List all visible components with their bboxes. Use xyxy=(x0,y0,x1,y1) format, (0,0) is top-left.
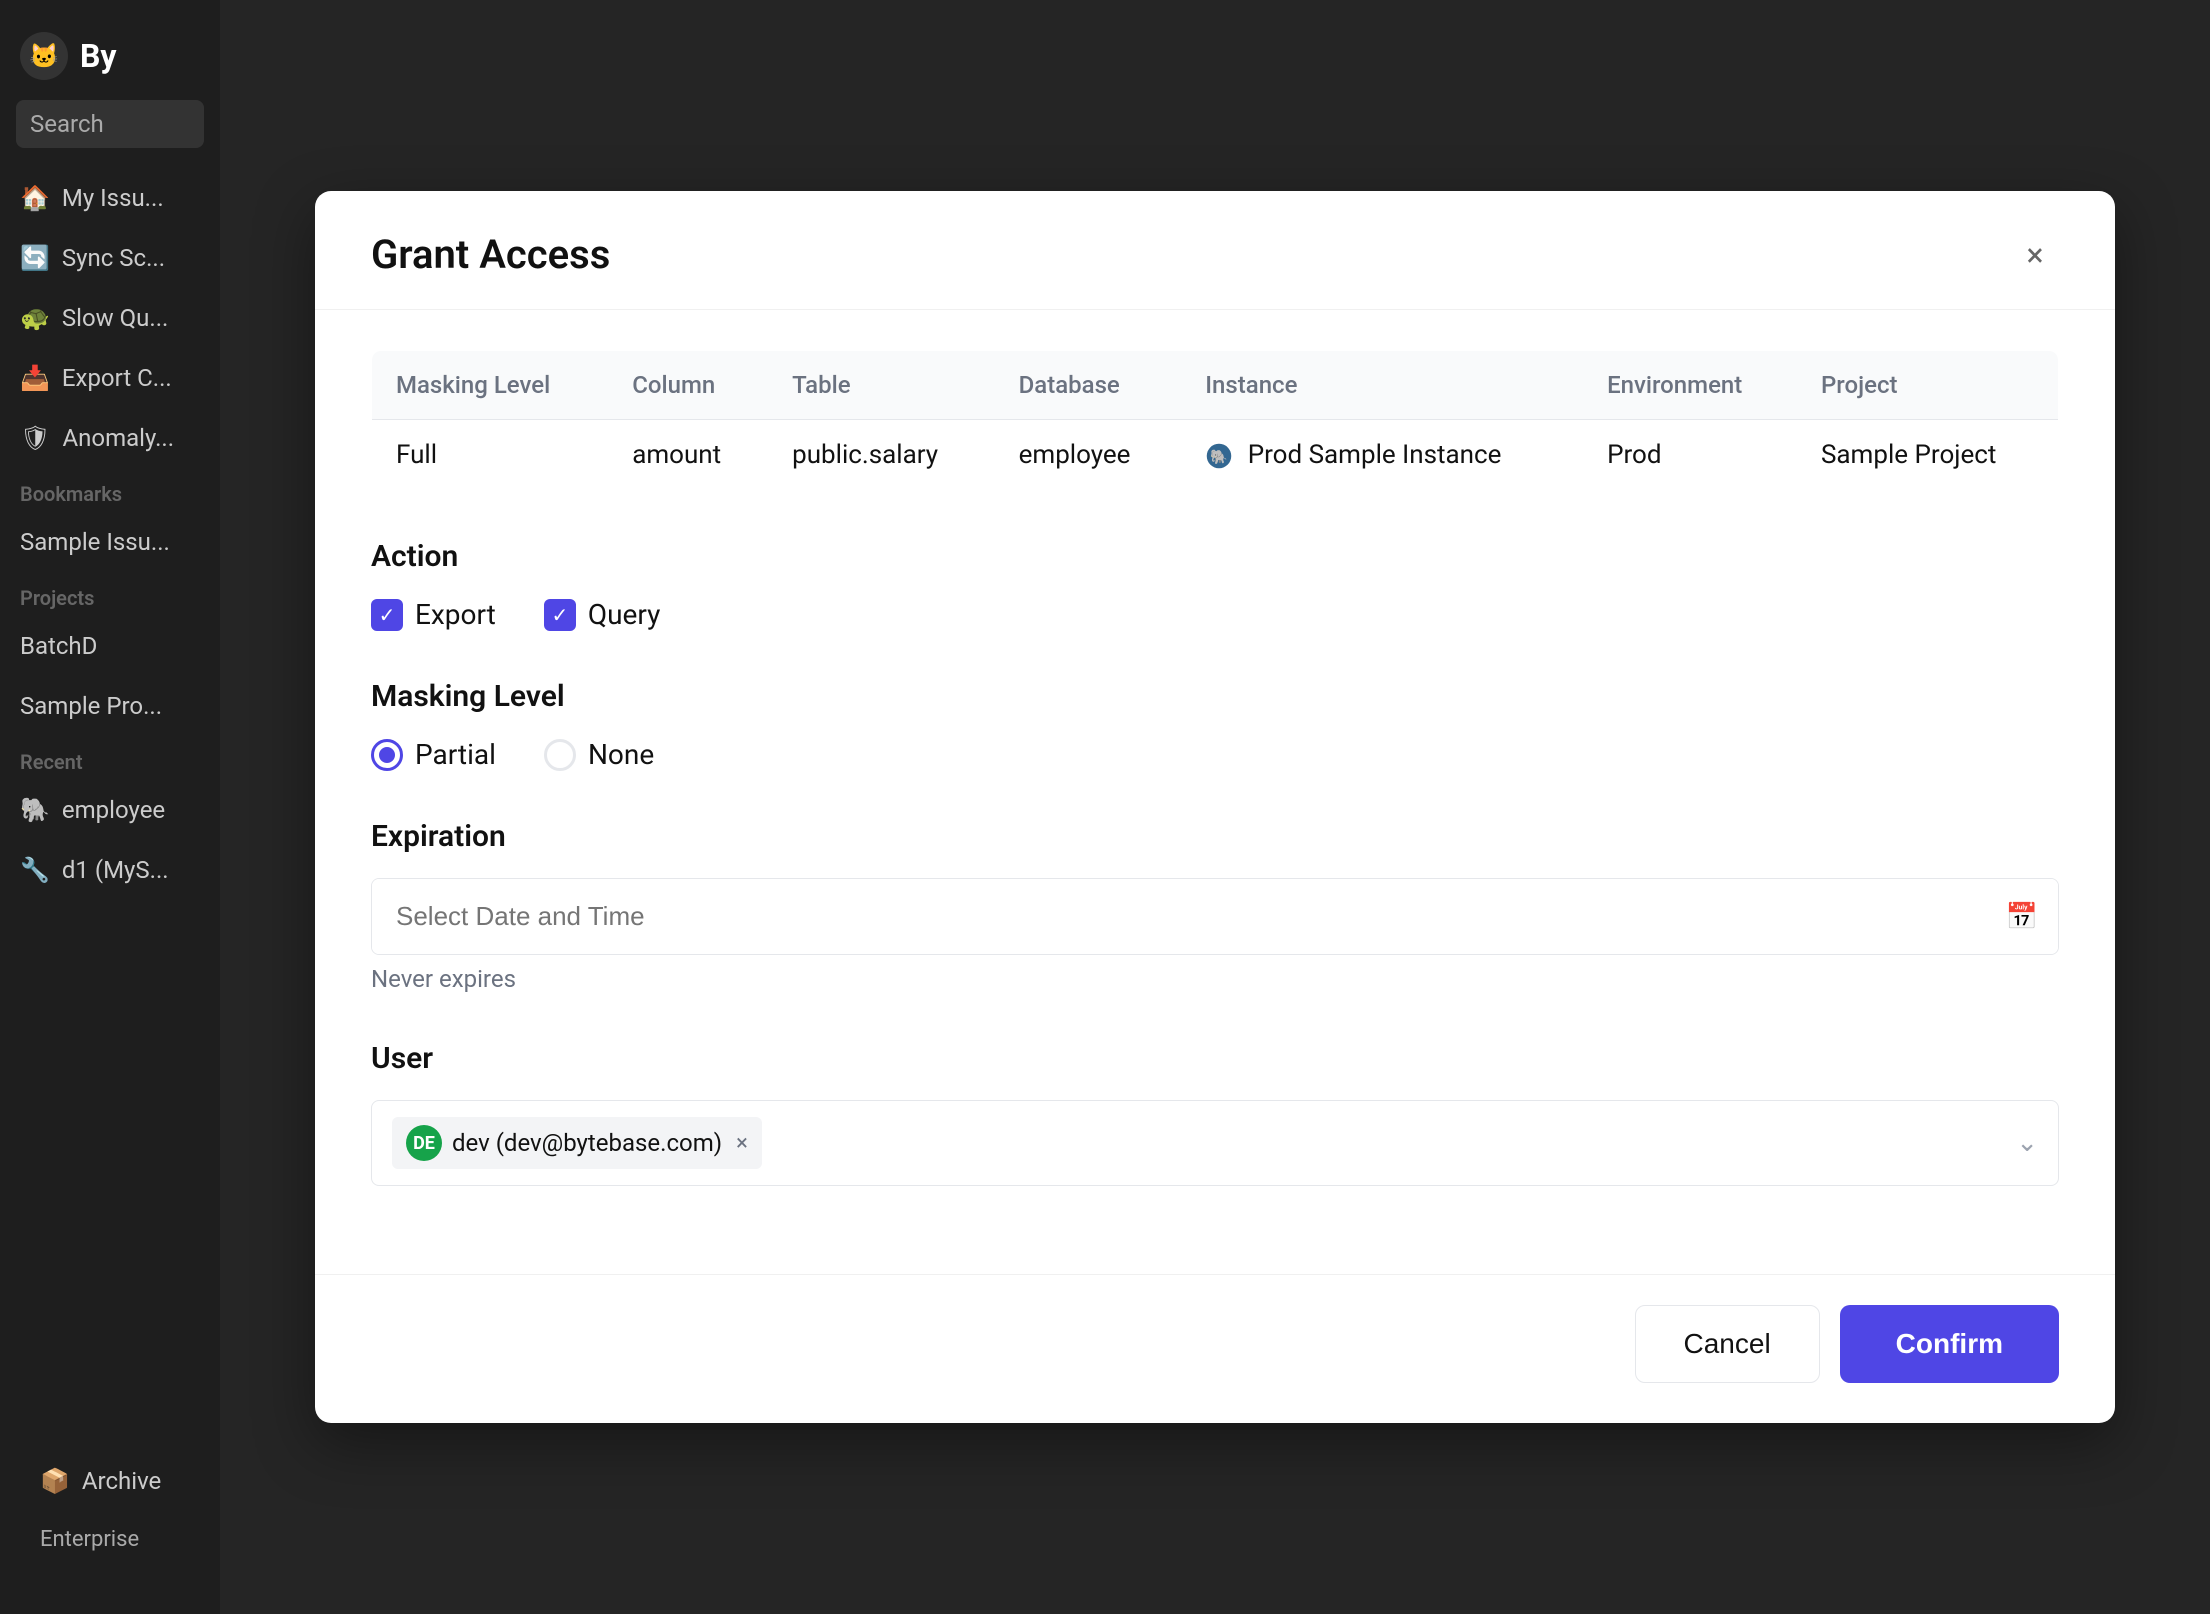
grant-access-table: Masking Level Column Table Database Inst… xyxy=(371,350,2059,491)
search-input[interactable]: Search xyxy=(16,100,204,148)
section-recent: Recent xyxy=(0,736,220,780)
cell-masking-level: Full xyxy=(372,419,609,490)
export-checkbox[interactable]: ✓ Export xyxy=(371,598,496,631)
sidebar-footer: 📦 Archive Enterprise xyxy=(0,1435,220,1584)
expiration-section: Expiration 📅 Never expires xyxy=(371,819,2059,993)
postgres-icon: 🐘 xyxy=(1205,442,1233,470)
cell-instance: 🐘 Prod Sample Instance xyxy=(1181,419,1583,490)
user-remove-button[interactable]: × xyxy=(736,1131,748,1156)
dropdown-arrow-icon: ⌄ xyxy=(2016,1128,2038,1158)
sidebar-item-my-issues[interactable]: 🏠 My Issu... xyxy=(0,168,220,228)
sidebar: 🐱 By Search 🏠 My Issu... 🔄 Sync Sc... 🐢 … xyxy=(0,0,220,1614)
user-label: User xyxy=(371,1041,2059,1076)
user-name: dev (dev@bytebase.com) xyxy=(452,1129,722,1157)
sidebar-item-enterprise[interactable]: Enterprise xyxy=(20,1511,200,1568)
cell-environment: Prod xyxy=(1583,419,1797,490)
col-header-database: Database xyxy=(995,350,1182,419)
radio-none-circle xyxy=(544,739,576,771)
cell-project: Sample Project xyxy=(1797,419,2059,490)
issues-icon: 🏠 xyxy=(20,184,50,212)
query-checkbox-box: ✓ xyxy=(544,599,576,631)
confirm-button[interactable]: Confirm xyxy=(1840,1305,2059,1383)
sidebar-item-sample-issue[interactable]: Sample Issu... xyxy=(0,512,220,572)
modal-title: Grant Access xyxy=(371,231,610,278)
sidebar-item-batchd[interactable]: BatchD xyxy=(0,616,220,676)
query-label: Query xyxy=(588,598,661,631)
masking-radio-group: Partial None xyxy=(371,738,2059,771)
modal-overlay: Grant Access × Masking Level Column Tabl… xyxy=(220,0,2210,1614)
col-header-environment: Environment xyxy=(1583,350,1797,419)
sidebar-item-anomaly[interactable]: 🛡 Anomaly... xyxy=(0,408,220,468)
date-input-wrapper: 📅 xyxy=(371,878,2059,955)
sidebar-item-export-c[interactable]: 📥 Export C... xyxy=(0,348,220,408)
action-label: Action xyxy=(371,539,2059,574)
masking-level-label: Masking Level xyxy=(371,679,2059,714)
anomaly-icon: 🛡 xyxy=(20,424,50,452)
app-logo: 🐱 xyxy=(20,32,68,80)
section-bookmarks: Bookmarks xyxy=(0,468,220,512)
sidebar-item-d1-mysql[interactable]: 🔧 d1 (MyS... xyxy=(0,840,220,900)
user-tag: DE dev (dev@bytebase.com) × xyxy=(392,1117,762,1169)
cell-table: public.salary xyxy=(768,419,995,490)
date-time-input[interactable] xyxy=(372,879,2058,954)
export-label: Export xyxy=(415,598,496,631)
user-section: User DE dev (dev@bytebase.com) × ⌄ xyxy=(371,1041,2059,1186)
user-select[interactable]: DE dev (dev@bytebase.com) × ⌄ xyxy=(371,1100,2059,1186)
section-projects: Projects xyxy=(0,572,220,616)
modal-footer: Cancel Confirm xyxy=(315,1274,2115,1423)
sync-icon: 🔄 xyxy=(20,244,50,272)
sidebar-item-archive[interactable]: 📦 Archive xyxy=(20,1451,200,1511)
none-label: None xyxy=(588,738,654,771)
sidebar-item-slow-qu[interactable]: 🐢 Slow Qu... xyxy=(0,288,220,348)
export-icon: 📥 xyxy=(20,364,50,392)
svg-text:🐘: 🐘 xyxy=(1211,448,1228,465)
masking-level-section: Masking Level Partial None xyxy=(371,679,2059,771)
db-icon: 🐘 xyxy=(20,796,50,824)
modal-body: Masking Level Column Table Database Inst… xyxy=(315,310,2115,1274)
sidebar-item-sync-sc[interactable]: 🔄 Sync Sc... xyxy=(0,228,220,288)
mysql-icon: 🔧 xyxy=(20,856,50,884)
radio-partial[interactable]: Partial xyxy=(371,738,496,771)
action-section: Action ✓ Export ✓ Query xyxy=(371,539,2059,631)
col-header-instance: Instance xyxy=(1181,350,1583,419)
user-avatar: DE xyxy=(406,1125,442,1161)
export-checkbox-box: ✓ xyxy=(371,599,403,631)
calendar-icon: 📅 xyxy=(2006,902,2038,932)
cell-database: employee xyxy=(995,419,1182,490)
col-header-masking-level: Masking Level xyxy=(372,350,609,419)
close-button[interactable]: × xyxy=(2011,231,2059,279)
expiration-label: Expiration xyxy=(371,819,2059,854)
grant-access-modal: Grant Access × Masking Level Column Tabl… xyxy=(315,191,2115,1423)
col-header-project: Project xyxy=(1797,350,2059,419)
col-header-column: Column xyxy=(608,350,768,419)
sidebar-item-sample-pro[interactable]: Sample Pro... xyxy=(0,676,220,736)
action-checkbox-group: ✓ Export ✓ Query xyxy=(371,598,2059,631)
col-header-table: Table xyxy=(768,350,995,419)
table-row: Full amount public.salary employee 🐘 xyxy=(372,419,2059,490)
sidebar-header: 🐱 By xyxy=(0,0,220,100)
radio-partial-circle xyxy=(371,739,403,771)
slow-query-icon: 🐢 xyxy=(20,304,50,332)
partial-label: Partial xyxy=(415,738,496,771)
cell-column: amount xyxy=(608,419,768,490)
cancel-button[interactable]: Cancel xyxy=(1635,1305,1820,1383)
radio-none[interactable]: None xyxy=(544,738,654,771)
app-name: By xyxy=(80,37,117,75)
modal-header: Grant Access × xyxy=(315,191,2115,310)
sidebar-item-employee[interactable]: 🐘 employee xyxy=(0,780,220,840)
archive-icon: 📦 xyxy=(40,1467,70,1495)
query-checkbox[interactable]: ✓ Query xyxy=(544,598,661,631)
never-expires-text: Never expires xyxy=(371,965,2059,993)
